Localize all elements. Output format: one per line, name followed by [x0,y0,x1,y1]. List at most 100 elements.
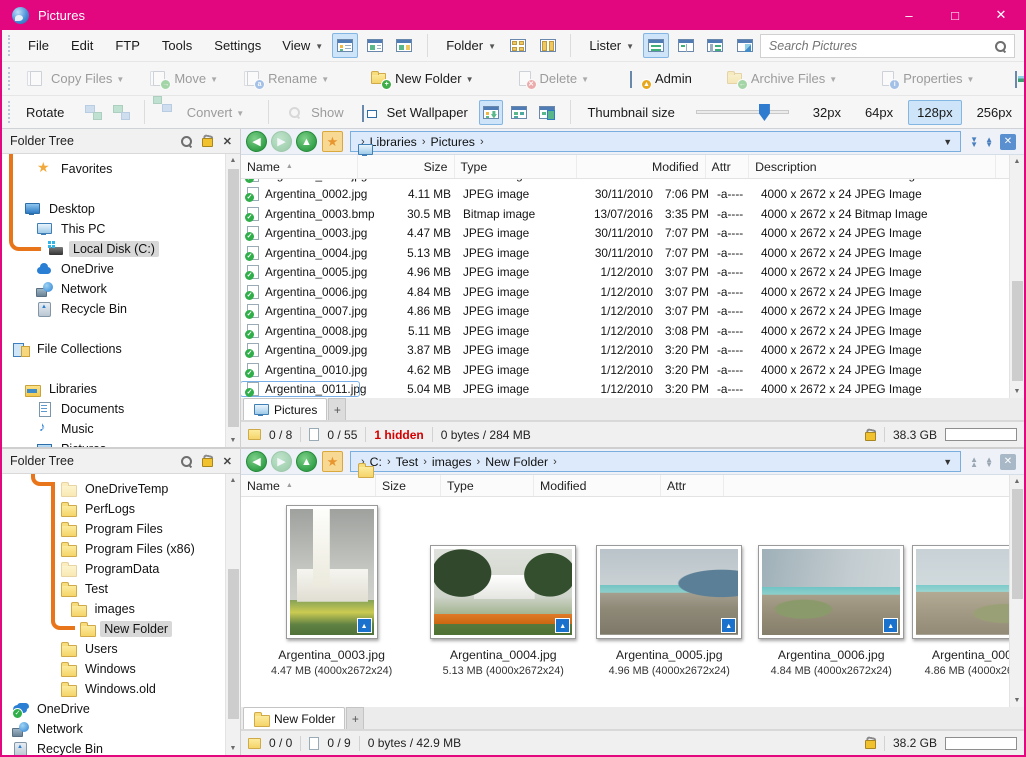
toolbar-drag-handle[interactable] [8,101,10,123]
file-row-argentina-0008-jpg[interactable]: ✓Argentina_0008.jpg5.11 MBJPEG image1/12… [241,321,1024,341]
column-attr[interactable]: Attr [661,475,724,496]
file-row-argentina-0005-jpg[interactable]: ✓Argentina_0005.jpg4.96 MBJPEG image1/12… [241,263,1024,283]
tree-search-icon[interactable] [180,135,192,147]
column-type[interactable]: Type [455,155,578,178]
file-list-scrollbar[interactable]: ▲ ▼ [1009,155,1024,398]
rename-button[interactable]: aRename▼ [234,65,345,92]
tab-new-folder[interactable]: New Folder [243,707,345,729]
favorites-button[interactable]: ★ [322,131,343,152]
swap-panes-icon[interactable]: ▲▲ [970,457,978,467]
scroll-down-arrow[interactable]: ▼ [226,434,240,447]
thumbnail-argentina-0004-jpg[interactable]: ▲Argentina_0004.jpg5.13 MB (4000x2672x24… [430,545,576,677]
tree-scrollbar[interactable]: ▲ ▼ [225,154,240,447]
tree-item-network[interactable]: Network [2,279,240,299]
show-button[interactable]: Show [277,99,353,126]
breadcrumb-test[interactable]: Test [392,455,423,469]
column-size[interactable]: Size [376,475,441,496]
folder-dual-button[interactable] [535,33,561,58]
file-row-argentina-0004-jpg[interactable]: ✓Argentina_0004.jpg5.13 MBJPEG image30/1… [241,243,1024,263]
menu-ftp[interactable]: FTP [104,38,151,53]
thumbnail-argentina-0007-jpg[interactable]: ▲Argentina_0007.jpg4.86 MB (4000x2672x24… [912,545,1024,677]
size-preset-256px[interactable]: 256px [968,100,1021,125]
tree-item-this-pc[interactable]: This PC [2,219,240,239]
new-folder-button[interactable]: +New Folder▼ [361,65,489,92]
view-thumbnails-button[interactable] [362,33,388,58]
paste-into-button[interactable] [479,100,503,125]
tree-item-images[interactable]: images [2,599,240,619]
tree-item-programdata[interactable]: ProgramData [2,559,240,579]
close-pane-icon[interactable]: ✕ [1000,454,1016,470]
move-button[interactable]: →Move▼ [140,65,234,92]
tree-unlock-icon[interactable] [202,455,213,467]
tree-item-recycle-bin[interactable]: Recycle Bin [2,739,240,755]
size-preset-64px[interactable]: 64px [856,100,902,125]
forward-button[interactable]: ▶ [271,131,292,152]
minimize-button[interactable]: – [886,0,932,30]
tree-item-documents[interactable]: Documents [2,399,240,419]
column-modified[interactable]: Modified [534,475,661,496]
folder-dropdown[interactable]: Folder [446,38,483,53]
lister-dual-vertical-button[interactable] [673,33,699,58]
lister-dropdown[interactable]: Lister [589,38,621,53]
properties-button[interactable]: iProperties▼ [869,65,990,92]
toolbar-drag-handle[interactable] [8,35,10,56]
column-size[interactable]: Size [358,155,455,178]
menu-tools[interactable]: Tools [151,38,203,53]
file-row-argentina-0010-jpg[interactable]: ✓Argentina_0010.jpg4.62 MBJPEG image1/12… [241,360,1024,380]
scroll-down-arrow[interactable]: ▼ [1010,694,1024,707]
archive-files-button[interactable]: ←Archive Files▼ [717,65,853,92]
delete-button[interactable]: ✕Delete▼ [506,65,606,92]
set-wallpaper-button[interactable]: Set Wallpaper [353,99,477,126]
lister-tree-button[interactable] [702,33,728,58]
favorites-button[interactable]: ★ [322,451,343,472]
move-pane-icon[interactable]: ▲▼ [985,137,993,147]
menu-file[interactable]: File [17,38,60,53]
scroll-down-arrow[interactable]: ▼ [226,742,240,755]
slider-thumb[interactable] [759,104,770,121]
file-row-argentina-0003-jpg[interactable]: ✓Argentina_0003.jpg4.47 MBJPEG image30/1… [241,224,1024,244]
move-pane-icon[interactable]: ▲▼ [985,457,993,467]
tree-item-onedrive[interactable]: OneDrive [2,259,240,279]
tree-item-program-files[interactable]: Program Files [2,519,240,539]
tree-item-file-collections[interactable]: File Collections [2,339,240,359]
column-description[interactable]: Description [749,155,996,178]
menu-edit[interactable]: Edit [60,38,104,53]
column-name[interactable]: Name▲ [241,475,376,496]
tile-layout-button[interactable] [507,100,531,125]
lock-status-icon[interactable] [865,429,876,441]
tree-search-icon[interactable] [180,455,192,467]
tree-scrollbar[interactable]: ▲ ▼ [225,474,240,755]
slideshow-button[interactable]: Slideshow▼ [1006,65,1026,92]
search-input[interactable] [769,39,994,53]
tree-item-onedrivetemp[interactable]: OneDriveTemp [2,479,240,499]
add-tab-button[interactable]: + [346,707,364,729]
pane-layout-button[interactable] [535,100,559,125]
scroll-thumb[interactable] [1012,281,1023,381]
column-name[interactable]: Name▲ [241,155,358,178]
scroll-down-arrow[interactable]: ▼ [1010,385,1024,398]
scroll-up-arrow[interactable]: ▲ [1010,475,1024,488]
scroll-thumb[interactable] [228,569,239,719]
view-tiles-button[interactable] [392,33,418,58]
lister-single-button[interactable] [643,33,669,58]
folder-format-button[interactable] [505,33,531,58]
close-pane-icon[interactable]: ✕ [1000,134,1016,150]
bottom-path-field[interactable]: ›C:›Test›images›New Folder› ▼ [350,451,961,472]
tree-item-test[interactable]: Test [2,579,240,599]
tree-item-perflogs[interactable]: PerfLogs [2,499,240,519]
column-attr[interactable]: Attr [706,155,750,178]
tree-item-pictures[interactable]: Pictures [2,439,240,447]
scroll-up-arrow[interactable]: ▲ [226,154,240,167]
up-button[interactable]: ▲ [296,451,317,472]
tab-pictures[interactable]: Pictures [243,398,327,420]
size-preset-128px[interactable]: 128px [908,100,961,125]
menu-settings[interactable]: Settings [203,38,272,53]
add-tab-button[interactable]: + [328,398,346,420]
path-dropdown-icon[interactable]: ▼ [943,137,954,147]
thumbnail-size-slider[interactable] [696,110,789,114]
tree-unlock-icon[interactable] [202,135,213,147]
maximize-button[interactable]: □ [932,0,978,30]
scroll-up-arrow[interactable]: ▲ [1010,155,1024,168]
file-row-argentina-0011-jpg[interactable]: ✓Argentina_0011.jpg5.04 MBJPEG image1/12… [241,380,1024,399]
size-preset-32px[interactable]: 32px [804,100,850,125]
